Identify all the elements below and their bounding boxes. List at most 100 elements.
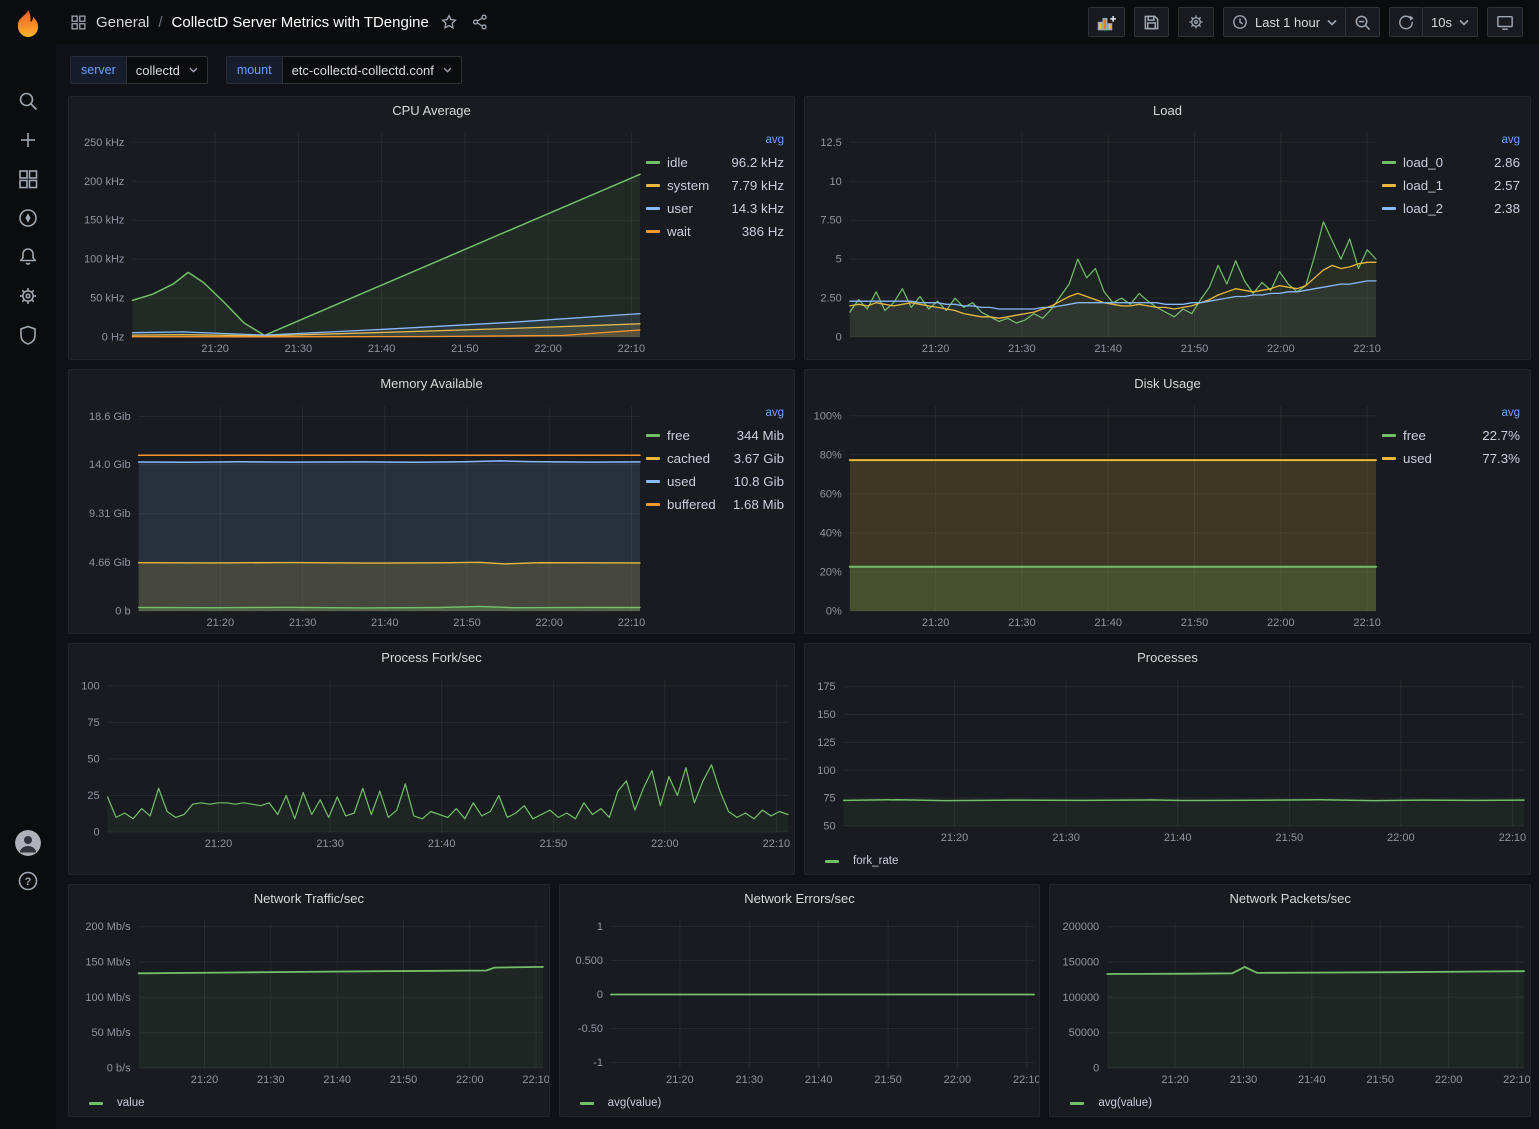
variable-server-dropdown[interactable]: collectd bbox=[126, 56, 208, 84]
breadcrumb-folder[interactable]: General bbox=[96, 14, 149, 31]
dashboards-grid-icon[interactable] bbox=[16, 167, 40, 191]
svg-text:100 Mb/s: 100 Mb/s bbox=[85, 992, 131, 1004]
svg-text:1: 1 bbox=[597, 921, 603, 933]
dashboard-settings-button[interactable] bbox=[1178, 7, 1214, 37]
svg-text:10: 10 bbox=[830, 176, 842, 188]
series-color-swatch bbox=[646, 230, 660, 233]
legend-item-idle[interactable]: idle 96.2 kHz bbox=[646, 151, 784, 174]
share-icon[interactable] bbox=[469, 11, 491, 33]
svg-text:100: 100 bbox=[81, 680, 99, 692]
panel-title[interactable]: Network Errors/sec bbox=[560, 885, 1040, 913]
legend-item-used[interactable]: used 10.8 Gib bbox=[646, 470, 784, 493]
legend-item-cached[interactable]: cached 3.67 Gib bbox=[646, 447, 784, 470]
save-dashboard-button[interactable] bbox=[1134, 7, 1169, 37]
svg-text:5: 5 bbox=[836, 254, 842, 266]
legend-item-buffered[interactable]: buffered 1.68 Mib bbox=[646, 493, 784, 516]
panel-title[interactable]: Processes bbox=[805, 644, 1530, 672]
series-color-swatch bbox=[646, 161, 660, 164]
legend-series-name: avg(value) bbox=[608, 1097, 662, 1109]
svg-text:0%: 0% bbox=[826, 606, 842, 618]
svg-text:22:10: 22:10 bbox=[1353, 343, 1381, 355]
svg-text:150000: 150000 bbox=[1063, 957, 1100, 969]
processes-chart[interactable]: 507510012515017521:2021:3021:4021:5022:0… bbox=[811, 672, 1530, 848]
series-color-swatch bbox=[1382, 161, 1396, 164]
panel-title[interactable]: Memory Available bbox=[69, 370, 794, 398]
explore-compass-icon[interactable] bbox=[16, 206, 40, 230]
cycle-view-mode-button[interactable] bbox=[1487, 7, 1523, 37]
panel-title[interactable]: Process Fork/sec bbox=[69, 644, 794, 672]
variable-mount-dropdown[interactable]: etc-collectd-collectd.conf bbox=[282, 56, 462, 84]
configuration-gear-icon[interactable] bbox=[16, 284, 40, 308]
svg-text:22:10: 22:10 bbox=[618, 343, 646, 355]
series-color-swatch bbox=[646, 457, 660, 460]
svg-text:18.6 Gib: 18.6 Gib bbox=[89, 411, 131, 423]
svg-text:150 kHz: 150 kHz bbox=[84, 215, 124, 227]
legend-item-load1[interactable]: load_1 2.57 bbox=[1382, 174, 1520, 197]
star-icon[interactable] bbox=[438, 11, 460, 33]
add-panel-button[interactable] bbox=[1088, 7, 1125, 37]
refresh-button[interactable] bbox=[1389, 7, 1423, 37]
create-plus-icon[interactable] bbox=[16, 128, 40, 152]
grafana-logo-icon[interactable] bbox=[11, 7, 45, 41]
series-color-swatch bbox=[1382, 207, 1396, 210]
chevron-down-icon bbox=[189, 67, 198, 73]
legend-item-load0[interactable]: load_0 2.86 bbox=[1382, 151, 1520, 174]
svg-text:22:00: 22:00 bbox=[1267, 617, 1295, 629]
cpu-average-chart[interactable]: 0 Hz50 kHz100 kHz150 kHz200 kHz250 kHz21… bbox=[75, 125, 646, 359]
variable-server: server collectd bbox=[70, 56, 208, 84]
panel-title[interactable]: CPU Average bbox=[69, 97, 794, 125]
series-color-swatch bbox=[646, 184, 660, 187]
search-icon[interactable] bbox=[16, 89, 40, 113]
panel-title[interactable]: Load bbox=[805, 97, 1530, 125]
svg-text:22:10: 22:10 bbox=[618, 617, 646, 629]
svg-text:21:40: 21:40 bbox=[1164, 832, 1192, 844]
load-chart[interactable]: 02.5057.501012.521:2021:3021:4021:5022:0… bbox=[811, 125, 1382, 359]
svg-text:21:20: 21:20 bbox=[666, 1074, 694, 1086]
legend-item-system[interactable]: system 7.79 kHz bbox=[646, 174, 784, 197]
time-range-picker[interactable]: Last 1 hour bbox=[1223, 7, 1346, 37]
svg-text:75: 75 bbox=[87, 717, 99, 729]
svg-text:22:00: 22:00 bbox=[534, 343, 562, 355]
svg-text:21:20: 21:20 bbox=[207, 617, 235, 629]
svg-text:21:40: 21:40 bbox=[805, 1074, 833, 1086]
panel-process-fork: Process Fork/sec 025507510021:2021:3021:… bbox=[68, 643, 795, 875]
variable-server-value: collectd bbox=[136, 63, 180, 78]
legend-avg-header: avg bbox=[646, 131, 784, 151]
network-errors-chart[interactable]: 10.5000-0.50-121:2021:3021:4021:5022:002… bbox=[566, 913, 1040, 1090]
legend-item-free[interactable]: free 22.7% bbox=[1382, 424, 1520, 447]
svg-text:?: ? bbox=[25, 876, 32, 888]
disk-usage-chart[interactable]: 0%20%40%60%80%100%21:2021:3021:4021:5022… bbox=[811, 398, 1382, 633]
zoom-out-button[interactable] bbox=[1345, 7, 1380, 37]
panel-title[interactable]: Disk Usage bbox=[805, 370, 1530, 398]
network-errors-legend[interactable]: avg(value) bbox=[560, 1090, 1040, 1116]
network-packets-chart[interactable]: 05000010000015000020000021:2021:3021:402… bbox=[1056, 913, 1530, 1090]
network-traffic-legend[interactable]: value bbox=[69, 1090, 549, 1116]
legend-item-free[interactable]: free 344 Mib bbox=[646, 424, 784, 447]
memory-available-chart[interactable]: 0 b4.66 Gib9.31 Gib14.0 Gib18.6 Gib21:20… bbox=[75, 398, 646, 633]
series-color-swatch bbox=[1382, 184, 1396, 187]
legend-item-user[interactable]: user 14.3 kHz bbox=[646, 197, 784, 220]
svg-text:50000: 50000 bbox=[1069, 1027, 1100, 1039]
svg-text:0 Hz: 0 Hz bbox=[102, 332, 125, 344]
refresh-interval-dropdown[interactable]: 10s bbox=[1422, 7, 1478, 37]
network-traffic-chart[interactable]: 0 b/s50 Mb/s100 Mb/s150 Mb/s200 Mb/s21:2… bbox=[75, 913, 549, 1090]
network-packets-legend[interactable]: avg(value) bbox=[1050, 1090, 1530, 1116]
help-icon[interactable]: ? bbox=[16, 869, 40, 893]
svg-text:250 kHz: 250 kHz bbox=[84, 137, 124, 149]
time-range-label: Last 1 hour bbox=[1255, 15, 1320, 30]
alerting-bell-icon[interactable] bbox=[16, 245, 40, 269]
svg-text:50: 50 bbox=[87, 753, 99, 765]
legend-item-load2[interactable]: load_2 2.38 bbox=[1382, 197, 1520, 220]
svg-text:50 Mb/s: 50 Mb/s bbox=[91, 1027, 131, 1039]
svg-text:12.5: 12.5 bbox=[820, 137, 841, 149]
legend-item-wait[interactable]: wait 386 Hz bbox=[646, 220, 784, 243]
panel-title[interactable]: Network Packets/sec bbox=[1050, 885, 1530, 913]
panel-title[interactable]: Network Traffic/sec bbox=[69, 885, 549, 913]
admin-shield-icon[interactable] bbox=[16, 323, 40, 347]
series-color-swatch bbox=[646, 480, 660, 483]
refresh-controls: 10s bbox=[1389, 7, 1478, 37]
processes-legend[interactable]: fork_rate bbox=[805, 848, 1530, 874]
process-fork-chart[interactable]: 025507510021:2021:3021:4021:5022:0022:10 bbox=[75, 672, 794, 854]
user-avatar[interactable] bbox=[15, 830, 41, 856]
legend-item-used[interactable]: used 77.3% bbox=[1382, 447, 1520, 470]
